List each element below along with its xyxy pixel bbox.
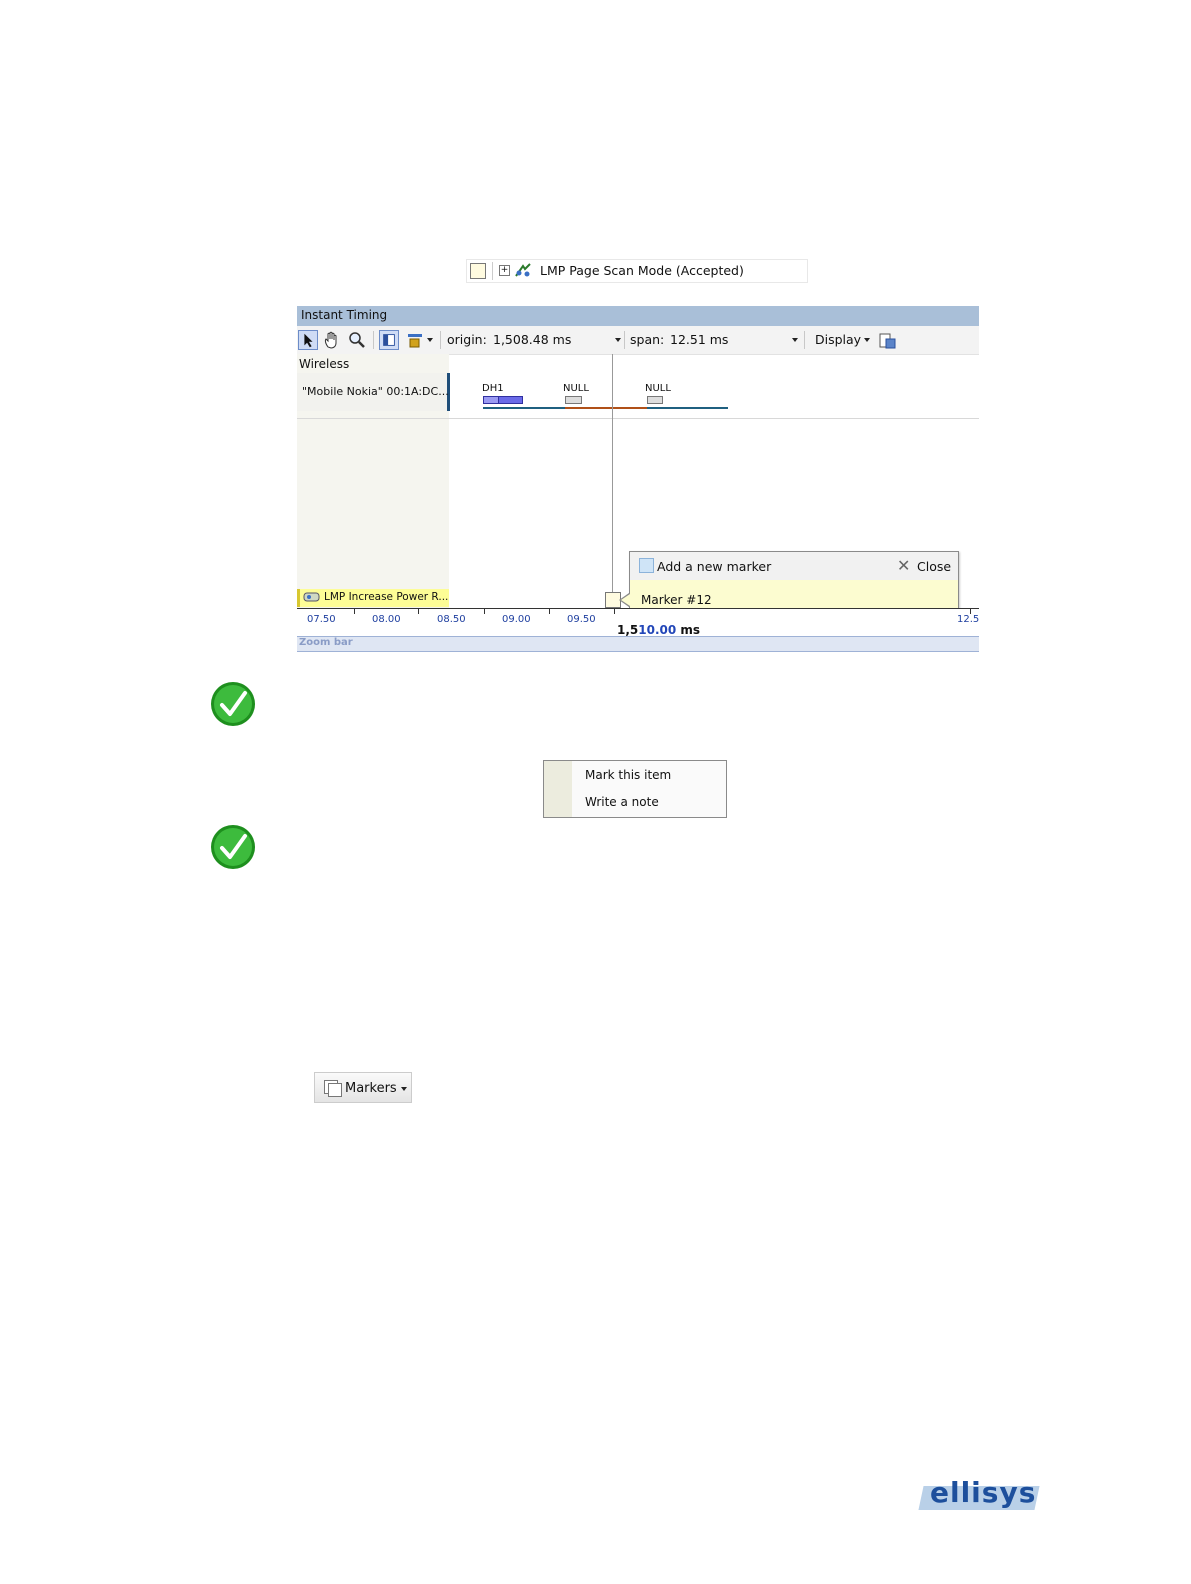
- markers-icon-layer: [328, 1083, 342, 1097]
- display-menu-button[interactable]: Display: [815, 332, 861, 347]
- ruler-tick: [418, 609, 419, 614]
- instant-timing-panel: Instant Timing origin: 1,508.48 ms span:…: [297, 306, 979, 652]
- cursor-time-readout: 1,510.00 ms: [617, 623, 701, 637]
- popup-header: Add a new marker ✕ Close: [630, 552, 958, 580]
- track-options-icon[interactable]: [405, 330, 425, 350]
- ruler-tick-label: 09.50: [567, 614, 596, 625]
- menu-item-mark-this-item[interactable]: Mark this item: [585, 768, 671, 782]
- ruler-tick: [484, 609, 485, 614]
- ruler-tick-label: 09.00: [502, 614, 531, 625]
- span-label: span:: [630, 332, 665, 347]
- divider: [492, 262, 493, 280]
- device-track-label[interactable]: "Mobile Nokia" 00:1A:DC...: [297, 373, 450, 411]
- panel-title: Instant Timing: [301, 308, 388, 322]
- logo-text: ellisys: [930, 1476, 1037, 1509]
- menu-item-write-a-note[interactable]: Write a note: [585, 795, 659, 809]
- panel-title-bar: Instant Timing: [297, 306, 979, 326]
- display-dropdown-icon[interactable]: [864, 338, 870, 342]
- markers-button[interactable]: Markers: [314, 1072, 412, 1103]
- toolbar-separator: [373, 331, 374, 349]
- span-field[interactable]: 12.51 ms: [670, 332, 728, 347]
- origin-label: origin:: [447, 332, 487, 347]
- ruler-tick: [614, 609, 615, 614]
- pointer-tool-icon[interactable]: [298, 330, 318, 350]
- packet-segment: [483, 396, 499, 404]
- time-ruler[interactable]: 07.50 08.00 08.50 09.00 09.50 12.5 1,510…: [297, 608, 979, 637]
- ruler-tick: [549, 609, 550, 614]
- toolbar-separator: [804, 331, 805, 349]
- wireless-group-label: Wireless: [299, 357, 350, 371]
- ruler-tick-label: 08.00: [372, 614, 401, 625]
- packet-label: NULL: [563, 383, 589, 394]
- packet-null[interactable]: [565, 396, 582, 404]
- link-timeline: [647, 407, 728, 409]
- zoom-bar[interactable]: Zoom bar: [297, 636, 979, 652]
- event-track-text: LMP Increase Power R...: [324, 591, 449, 603]
- origin-dropdown-icon[interactable]: [615, 338, 621, 342]
- span-dropdown-icon[interactable]: [792, 338, 798, 342]
- ruler-tick-label: 12.5: [957, 614, 979, 625]
- marker-name-field[interactable]: Marker #12: [641, 593, 712, 607]
- new-marker-icon: [639, 558, 654, 573]
- hand-pan-icon[interactable]: [322, 330, 342, 350]
- device-name: "Mobile Nokia" 00:1A:DC...: [302, 385, 449, 398]
- ruler-tick-label: 08.50: [437, 614, 466, 625]
- expand-icon[interactable]: +: [499, 265, 510, 276]
- toolbar-separator: [624, 331, 625, 349]
- close-button[interactable]: Close: [917, 559, 951, 574]
- checkmark-icon: [211, 682, 255, 726]
- track-divider: [297, 418, 979, 419]
- lmp-transaction-icon: [515, 263, 531, 277]
- origin-field[interactable]: 1,508.48 ms: [493, 332, 571, 347]
- toolbar-separator: [440, 331, 441, 349]
- context-menu: Mark this item Write a note: [543, 760, 727, 818]
- split-view-icon[interactable]: [379, 330, 399, 350]
- export-icon[interactable]: [877, 330, 897, 350]
- lmp-transaction-icon: [303, 592, 320, 602]
- chevron-down-icon[interactable]: [401, 1087, 407, 1091]
- zoom-bar-label: Zoom bar: [299, 637, 353, 648]
- popup-pointer-fill: [621, 594, 630, 606]
- ruler-tick: [354, 609, 355, 614]
- packet-label: NULL: [645, 383, 671, 394]
- marker-checkbox[interactable]: [470, 263, 486, 279]
- packet-label: DH1: [482, 383, 504, 394]
- timing-toolbar: origin: 1,508.48 ms span: 12.51 ms Displ…: [297, 326, 979, 355]
- event-label: LMP Page Scan Mode (Accepted): [540, 263, 744, 278]
- link-timeline: [565, 407, 647, 409]
- checkmark-icon: [211, 825, 255, 869]
- event-track-label[interactable]: LMP Increase Power R...: [297, 589, 449, 607]
- markers-button-label: Markers: [345, 1081, 397, 1096]
- ruler-tick-label: 07.50: [307, 614, 336, 625]
- time-cursor[interactable]: [612, 354, 613, 612]
- event-list-row[interactable]: + LMP Page Scan Mode (Accepted): [466, 259, 808, 283]
- zoom-icon[interactable]: [347, 330, 367, 350]
- chevron-down-icon[interactable]: [427, 338, 433, 342]
- popup-title: Add a new marker: [657, 559, 772, 574]
- close-icon[interactable]: ✕: [897, 556, 910, 575]
- menu-gutter: [544, 761, 572, 817]
- ellisys-logo: ellisys: [918, 1476, 1040, 1514]
- packet-null[interactable]: [647, 396, 663, 404]
- link-timeline: [483, 407, 565, 409]
